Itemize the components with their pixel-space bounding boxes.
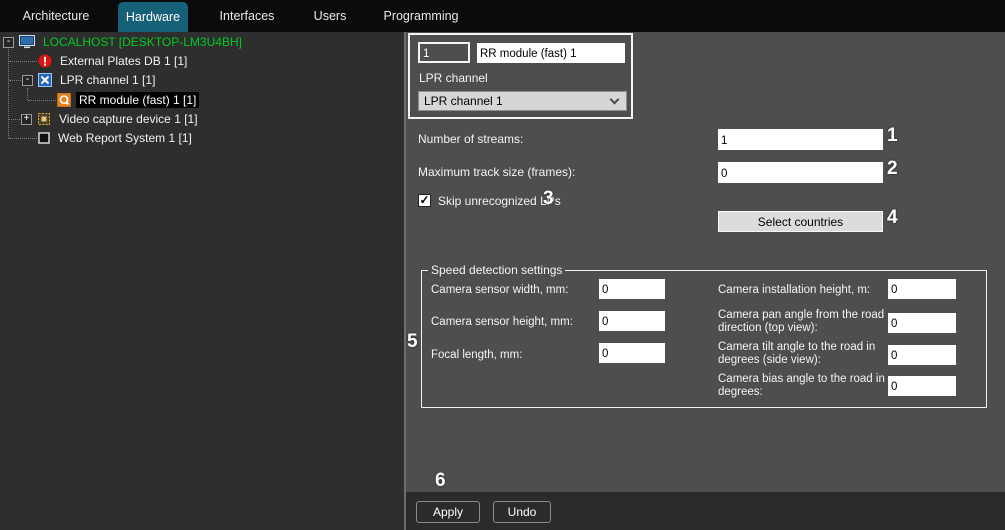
annotation-2: 2: [887, 158, 898, 180]
apply-button[interactable]: Apply: [416, 501, 480, 523]
collapse-toggle[interactable]: -: [22, 75, 33, 86]
tab-hardware[interactable]: Hardware: [118, 2, 188, 32]
tree-item-label: RR module (fast) 1 [1]: [76, 92, 199, 108]
tab-architecture[interactable]: Architecture: [8, 0, 104, 32]
rr-module-icon: [57, 93, 71, 107]
camera-installation-height-input[interactable]: [888, 279, 956, 299]
number-of-streams-label: Number of streams:: [418, 132, 523, 146]
camera-sensor-width-input[interactable]: [599, 279, 665, 299]
undo-button[interactable]: Undo: [493, 501, 551, 523]
tree-connector: [9, 119, 20, 120]
module-id-input[interactable]: [418, 42, 470, 63]
focal-length-label: Focal length, mm:: [431, 349, 522, 362]
camera-bias-angle-label: Camera bias angle to the road in degrees…: [718, 373, 894, 399]
tree-item-label: Video capture device 1 [1]: [56, 111, 201, 127]
camera-sensor-height-input[interactable]: [599, 311, 665, 331]
annotation-5: 5: [407, 331, 418, 353]
tree-item-label: Web Report System 1 [1]: [55, 130, 195, 146]
skip-unrecognized-checkbox[interactable]: [418, 194, 431, 207]
tree-connector: [9, 138, 37, 139]
annotation-3: 3: [543, 188, 554, 210]
chevron-down-icon: [610, 95, 620, 105]
camera-sensor-width-label: Camera sensor width, mm:: [431, 284, 568, 297]
tree-item-localhost[interactable]: - LOCALHOST [DESKTOP-LM3U4BH]: [3, 34, 245, 50]
tree-item-rr-module[interactable]: RR module (fast) 1 [1]: [57, 92, 199, 108]
tree-item-label: LPR channel 1 [1]: [57, 72, 158, 88]
tree-connector: [9, 80, 21, 81]
select-countries-button[interactable]: Select countries: [718, 211, 883, 232]
annotation-4: 4: [887, 207, 898, 229]
max-track-size-label: Maximum track size (frames):: [418, 165, 575, 179]
tree-item-external-plates-db[interactable]: External Plates DB 1 [1]: [38, 53, 190, 69]
hardware-tree-panel: - LOCALHOST [DESKTOP-LM3U4BH] External P…: [0, 32, 404, 530]
camera-tilt-angle-input[interactable]: [888, 345, 956, 365]
annotation-6: 6: [435, 470, 446, 492]
max-track-size-input[interactable]: [718, 162, 883, 183]
lpr-channel-label: LPR channel: [419, 71, 488, 85]
lpr-channel-selected-value: LPR channel 1: [424, 94, 503, 108]
tree-connector: [8, 46, 9, 138]
module-settings-panel: LPR channel LPR channel 1 Number of stre…: [406, 32, 1005, 530]
tab-bar: Architecture Hardware Interfaces Users P…: [0, 0, 1005, 32]
module-name-input[interactable]: [477, 43, 625, 63]
camera-pan-angle-label: Camera pan angle from the road direction…: [718, 309, 894, 335]
expand-toggle[interactable]: +: [21, 114, 32, 125]
tab-users[interactable]: Users: [300, 0, 360, 32]
collapse-toggle[interactable]: -: [3, 37, 14, 48]
camera-tilt-angle-label: Camera tilt angle to the road in degrees…: [718, 341, 894, 367]
tree-item-label: External Plates DB 1 [1]: [57, 53, 190, 69]
module-header-box: LPR channel LPR channel 1: [408, 33, 633, 119]
tab-interfaces[interactable]: Interfaces: [203, 0, 291, 32]
camera-pan-angle-input[interactable]: [888, 313, 956, 333]
tab-programming[interactable]: Programming: [375, 0, 467, 32]
speed-detection-settings-legend: Speed detection settings: [428, 263, 565, 277]
lpr-channel-select[interactable]: LPR channel 1: [418, 91, 627, 111]
lpr-channel-icon: [38, 73, 52, 87]
tree-item-label: LOCALHOST [DESKTOP-LM3U4BH]: [40, 34, 245, 50]
camera-sensor-height-label: Camera sensor height, mm:: [431, 316, 573, 329]
focal-length-input[interactable]: [599, 343, 665, 363]
chip-icon: [37, 112, 51, 126]
tree-connector: [28, 100, 56, 101]
square-icon: [38, 132, 50, 144]
monitor-icon: [19, 35, 35, 49]
camera-bias-angle-input[interactable]: [888, 376, 956, 396]
tree-connector: [27, 88, 28, 100]
tree-item-lpr-channel[interactable]: - LPR channel 1 [1]: [22, 72, 158, 88]
tree-connector: [9, 61, 37, 62]
annotation-1: 1: [887, 125, 898, 147]
number-of-streams-input[interactable]: [718, 129, 883, 150]
tree-item-video-capture-device[interactable]: + Video capture device 1 [1]: [21, 111, 201, 127]
camera-installation-height-label: Camera installation height, m:: [718, 284, 894, 297]
action-bar: Apply Undo: [406, 492, 1005, 530]
error-icon: [38, 54, 52, 68]
tree-item-web-report-system[interactable]: Web Report System 1 [1]: [38, 130, 195, 146]
speed-detection-settings-group: Speed detection settings Camera sensor w…: [421, 263, 987, 408]
